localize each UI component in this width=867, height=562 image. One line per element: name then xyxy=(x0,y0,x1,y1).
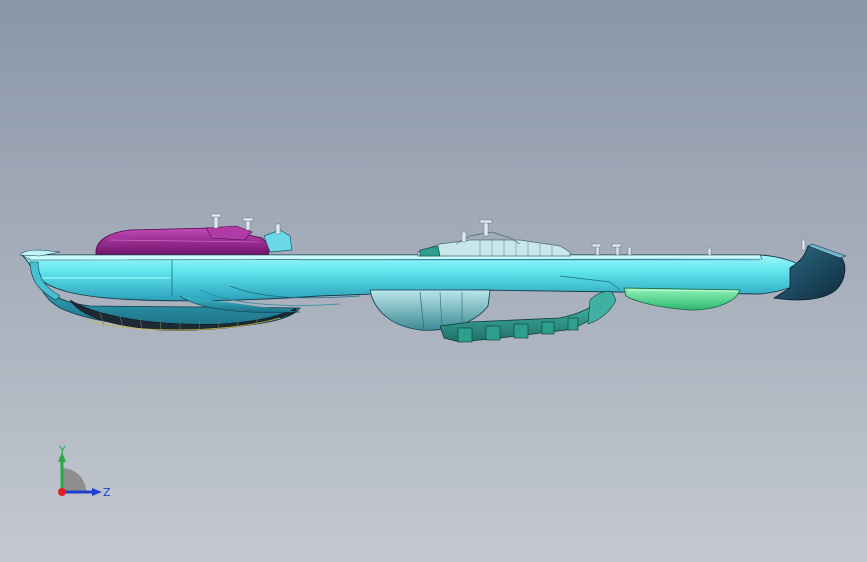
cad-viewport[interactable]: Y Z xyxy=(0,0,867,562)
magenta-cover-part xyxy=(95,213,271,257)
green-lens xyxy=(623,287,741,311)
orientation-triad[interactable]: Y Z xyxy=(40,430,140,530)
top-fasteners xyxy=(591,243,712,256)
top-optic-assembly xyxy=(417,219,571,257)
y-axis-label: Y xyxy=(59,444,66,457)
z-axis-label: Z xyxy=(103,486,111,499)
mount-bracket xyxy=(263,223,293,253)
triad-origin xyxy=(58,488,66,496)
z-axis-arrowhead xyxy=(92,488,102,496)
triad-quadrant xyxy=(62,468,86,492)
triad-graphic xyxy=(58,452,102,496)
